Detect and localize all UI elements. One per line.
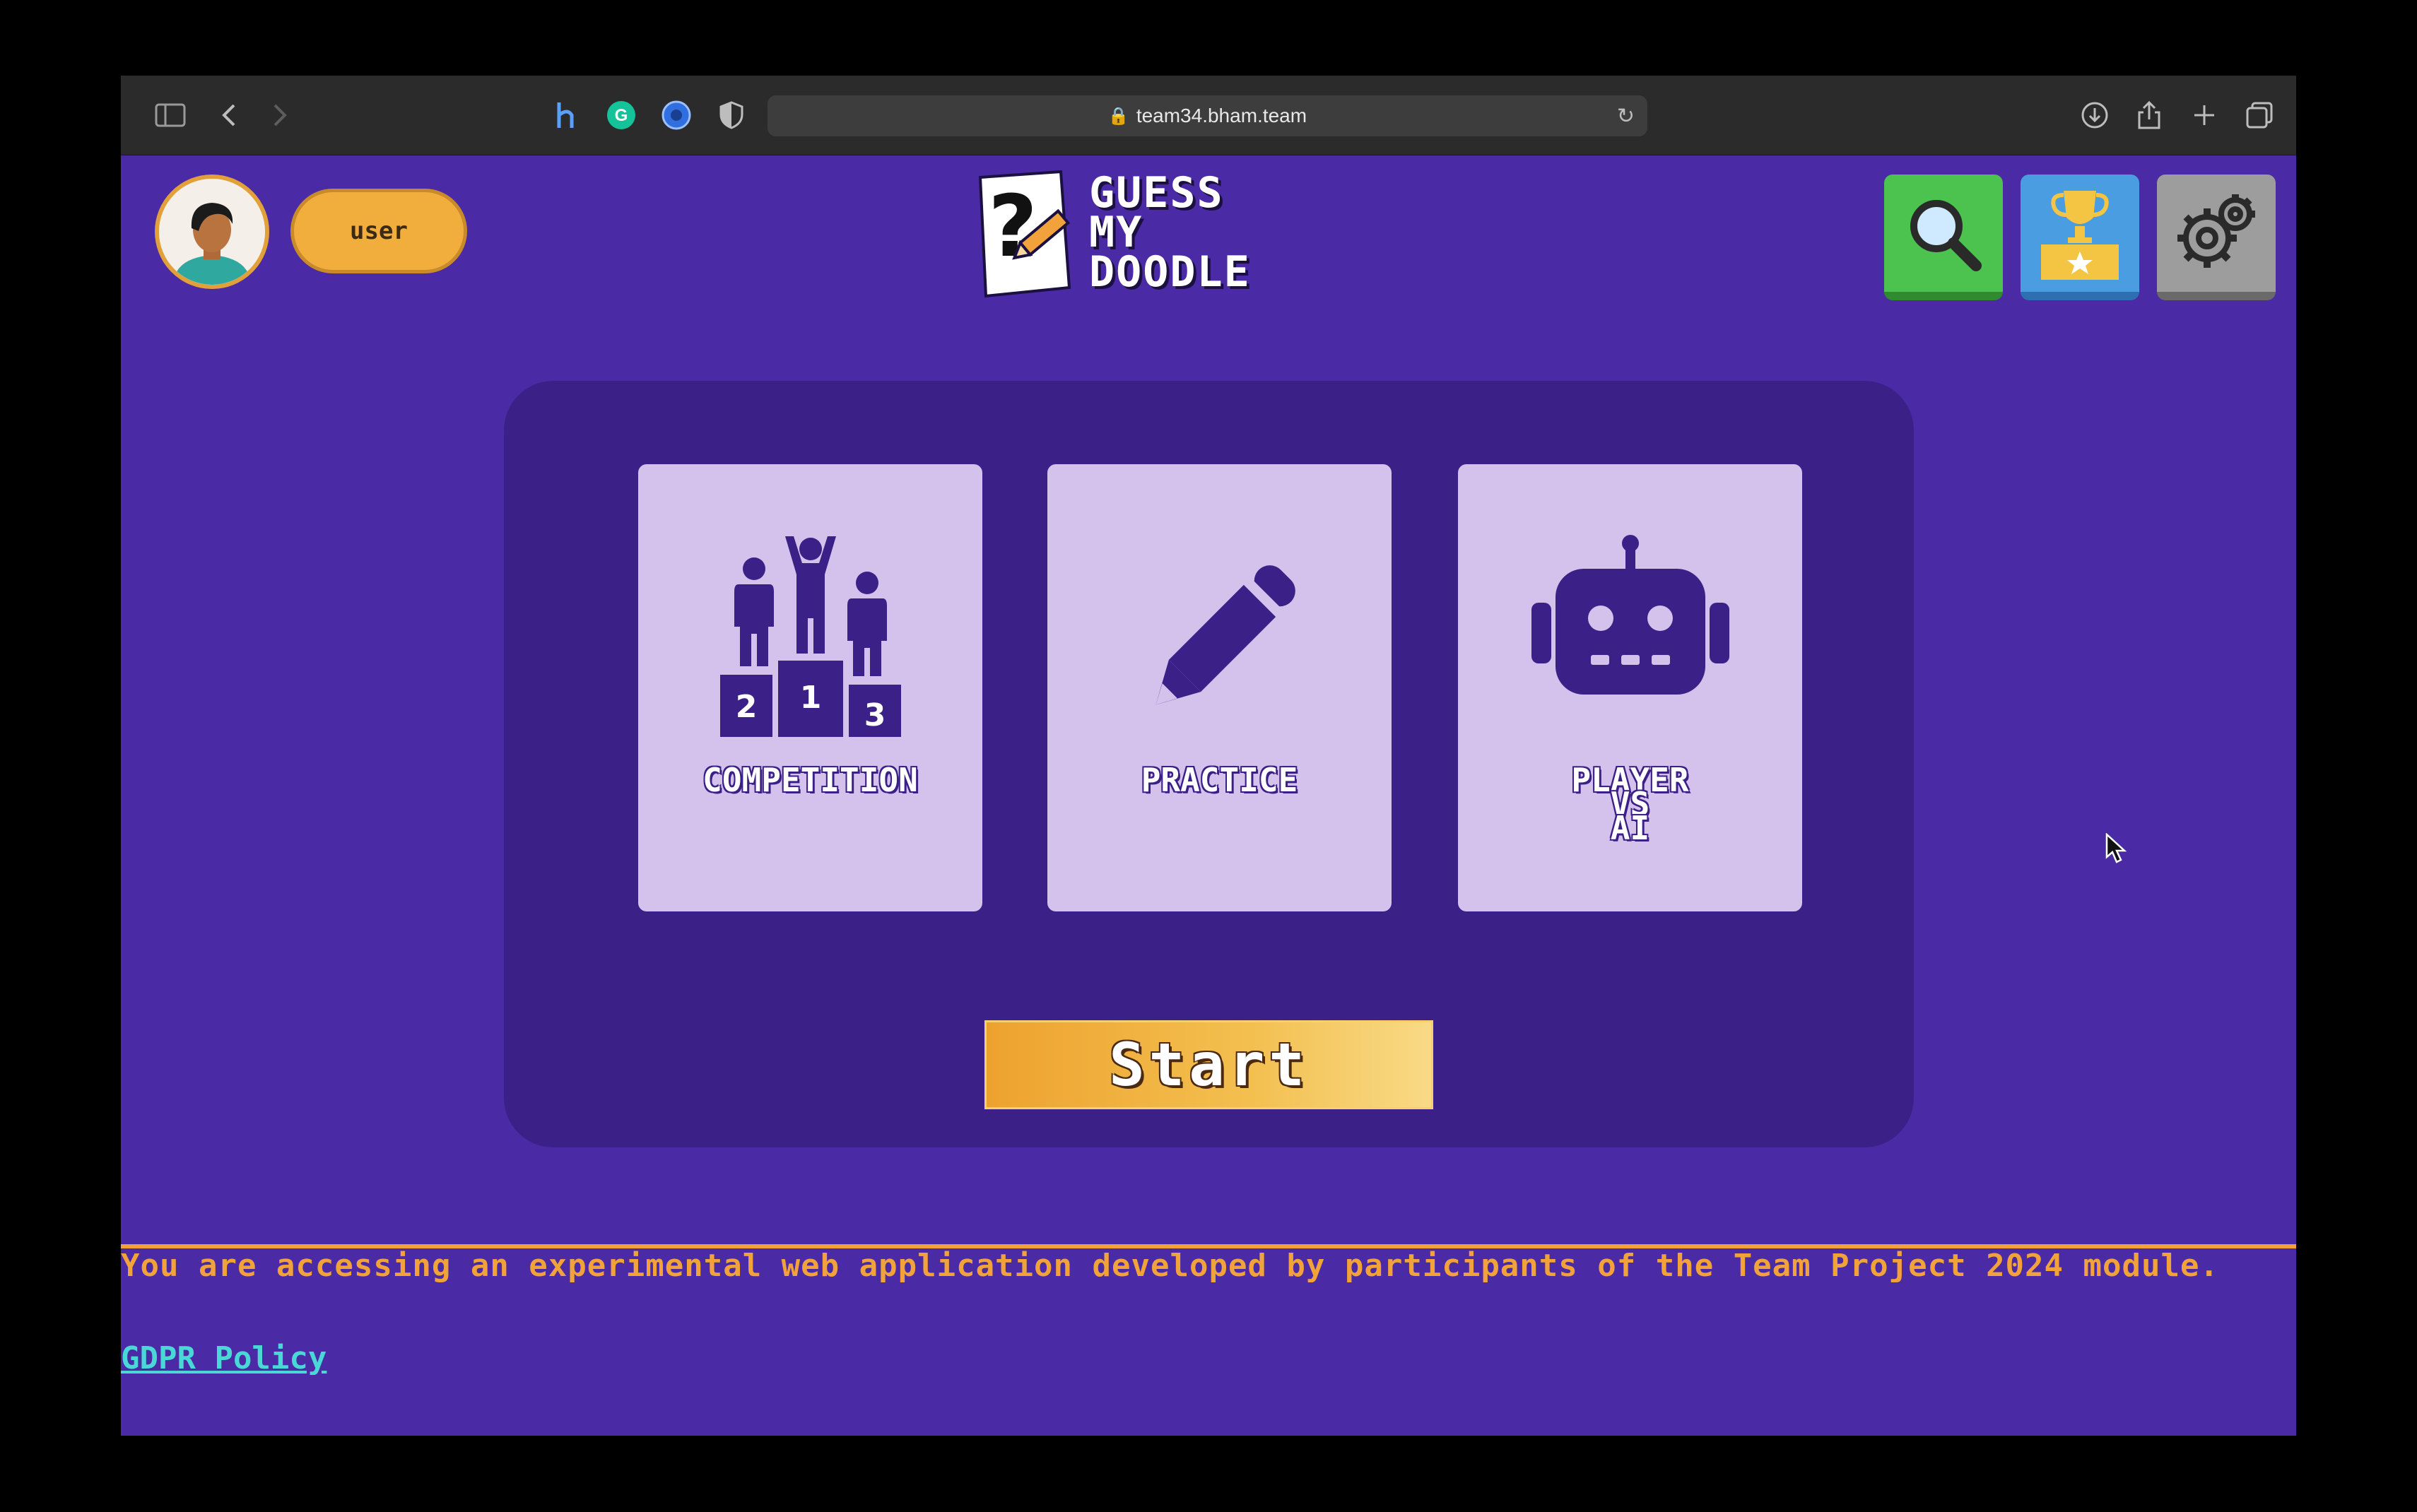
leaderboard-button[interactable] — [2021, 175, 2139, 300]
lock-icon: 🔒 — [1107, 106, 1129, 126]
trophy-icon — [2041, 191, 2119, 280]
extension-blue-icon[interactable] — [657, 76, 696, 155]
grammarly-icon[interactable]: G — [601, 76, 641, 155]
logo-line-guess: GUESS — [1089, 168, 1224, 218]
mode-card-practice[interactable]: PRACTICE — [1047, 464, 1392, 911]
search-button[interactable] — [1884, 175, 2003, 300]
mode-label-competition: COMPETITION — [702, 761, 918, 799]
browser-window: G 🔒 team34.bham.team ↻ user ? GUESS MY D… — [121, 76, 2296, 1436]
sidebar-icon[interactable] — [149, 76, 192, 155]
magnifier-icon — [1910, 200, 1982, 271]
doodle-note-icon: ? — [978, 170, 1071, 298]
svg-text:3: 3 — [864, 697, 886, 733]
game-logo: ? GUESS MY DOODLE — [970, 167, 1338, 309]
address-bar[interactable]: 🔒 team34.bham.team ↻ — [768, 95, 1647, 136]
svg-text:2: 2 — [735, 689, 757, 725]
logo-title: GUESS MY DOODLE — [1089, 168, 1251, 297]
podium-icon: 1 2 3 — [638, 535, 982, 747]
gear-icon — [2177, 194, 2255, 268]
download-icon[interactable] — [2075, 76, 2115, 155]
mode-label-practice: PRACTICE — [1141, 761, 1298, 799]
share-icon[interactable] — [2129, 76, 2169, 155]
svg-text:G: G — [615, 106, 628, 125]
browser-toolbar: G 🔒 team34.bham.team ↻ — [121, 76, 2296, 155]
reload-icon[interactable]: ↻ — [1617, 104, 1635, 129]
svg-text:1: 1 — [799, 680, 821, 716]
forward-icon[interactable] — [262, 76, 298, 155]
logo-line-doodle: DOODLE — [1089, 247, 1251, 297]
url-text: team34.bham.team — [1136, 105, 1307, 126]
mouse-cursor-icon — [2105, 833, 2127, 863]
back-icon[interactable] — [211, 76, 247, 155]
tabs-overview-icon[interactable] — [2240, 76, 2279, 155]
logo-line-my: MY — [1089, 208, 1143, 257]
avatar[interactable] — [155, 175, 269, 289]
svg-text:?: ? — [988, 178, 1037, 276]
mode-label-player-vs-ai: PLAYER VS AI — [1571, 761, 1689, 847]
settings-button[interactable] — [2157, 175, 2276, 300]
mode-card-competition[interactable]: 1 2 3 COMPETITION — [638, 464, 982, 911]
experimental-notice: You are accessing an experimental web ap… — [121, 1248, 2219, 1284]
extension-h-icon[interactable] — [546, 76, 586, 155]
mode-card-player-vs-ai[interactable]: PLAYER VS AI — [1458, 464, 1802, 911]
robot-icon — [1458, 535, 1802, 747]
gdpr-policy-link[interactable]: GDPR Policy — [121, 1340, 327, 1376]
start-button[interactable]: Start — [984, 1020, 1433, 1109]
shield-icon[interactable] — [712, 76, 751, 155]
new-tab-icon[interactable] — [2184, 76, 2224, 155]
pencil-icon — [1047, 535, 1392, 747]
username-badge[interactable]: user — [290, 189, 467, 273]
